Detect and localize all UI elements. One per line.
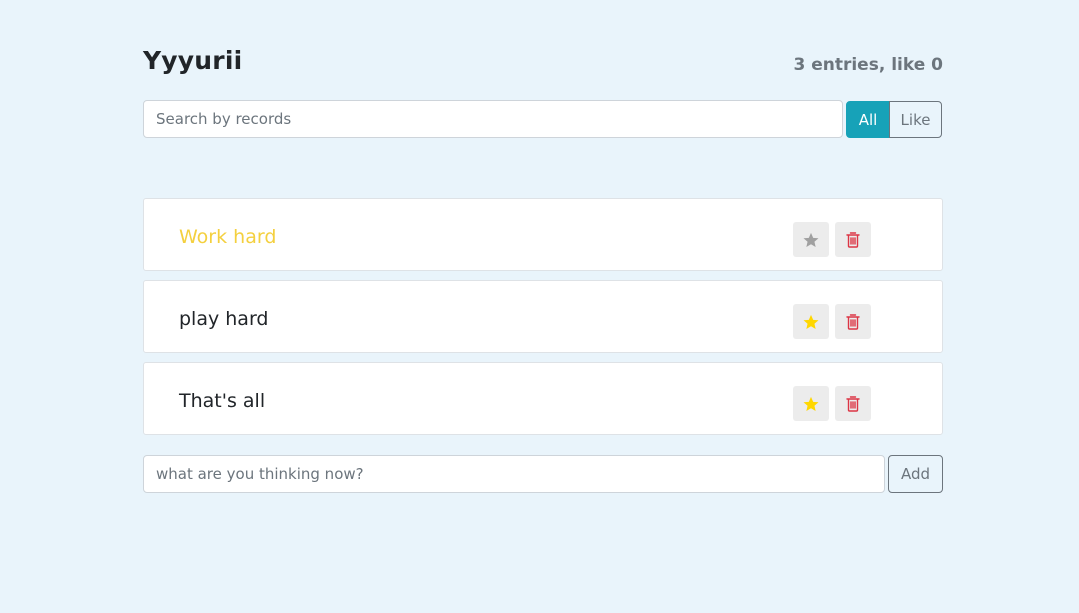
entries-stats: 3 entries, like 0 [793,55,943,75]
star-icon [803,232,819,247]
like-button[interactable] [793,222,829,257]
like-button[interactable] [793,304,829,339]
list-item: play hard [143,280,943,353]
list-item-label[interactable]: That's all [179,390,265,412]
post-list: Work hard play hard That's all [143,198,943,444]
filter-button-group: All Like [846,101,943,138]
add-button[interactable]: Add [888,455,943,493]
trash-icon [846,313,860,330]
filter-like-button[interactable]: Like [889,101,942,138]
filter-all-button[interactable]: All [846,101,890,138]
star-icon [803,314,819,329]
delete-button[interactable] [835,386,871,421]
list-item: That's all [143,362,943,435]
search-panel: All Like [143,100,943,138]
list-item-label[interactable]: play hard [179,308,269,330]
new-post-input[interactable] [143,455,885,493]
list-item-actions [793,222,871,257]
add-form: Add [143,455,943,493]
list-item: Work hard [143,198,943,271]
trash-icon [846,231,860,248]
star-icon [803,396,819,411]
list-item-actions [793,386,871,421]
search-input[interactable] [143,100,843,138]
delete-button[interactable] [835,222,871,257]
trash-icon [846,395,860,412]
like-button[interactable] [793,386,829,421]
list-item-actions [793,304,871,339]
app-header: Yyyurii 3 entries, like 0 [143,44,943,84]
delete-button[interactable] [835,304,871,339]
list-item-label[interactable]: Work hard [179,226,276,248]
page-title: Yyyurii [143,46,243,75]
